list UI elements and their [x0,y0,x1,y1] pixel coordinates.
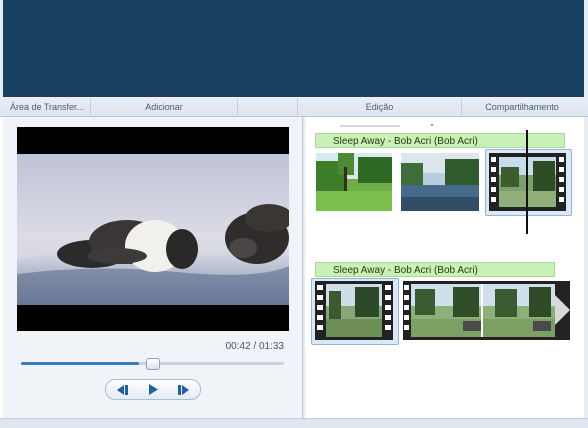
playback-controls [105,379,201,400]
window-right-border [584,117,588,418]
next-frame-button[interactable] [168,380,199,399]
audio-track[interactable]: Sleep Away - Bob Acri (Bob Acri) [315,262,555,277]
group-separator [237,98,238,115]
group-editing: Edição [365,102,394,112]
next-frame-icon [177,384,189,395]
seek-thumb[interactable] [146,358,160,370]
storyboard-dot [431,124,433,126]
ribbon-left-edge [0,0,3,97]
ribbon-header [0,0,588,97]
group-clipboard: Área de Transfer... [9,102,85,112]
seek-bar-fill [21,362,140,365]
clip-thumbnail[interactable] [316,153,392,211]
previous-frame-button[interactable] [106,380,137,399]
storyboard-playhead[interactable] [526,130,528,234]
play-icon [148,384,158,395]
clip-thumbnail[interactable] [315,281,393,340]
storyboard-scroll-mark [340,125,400,127]
play-button[interactable] [137,380,168,399]
time-display: 00:42 / 01:33 [225,341,284,352]
previous-frame-icon [116,384,128,395]
ribbon-right-edge [584,0,588,97]
group-sharing: Compartilhamento [485,102,559,112]
group-add: Adicionar [145,102,183,112]
ribbon-group-bar: Área de Transfer... Adicionar Edição Com… [0,97,588,117]
video-frame-image [17,154,289,305]
clip-thumbnail[interactable] [401,153,479,211]
clip-thumbnail-wide[interactable] [403,281,570,340]
